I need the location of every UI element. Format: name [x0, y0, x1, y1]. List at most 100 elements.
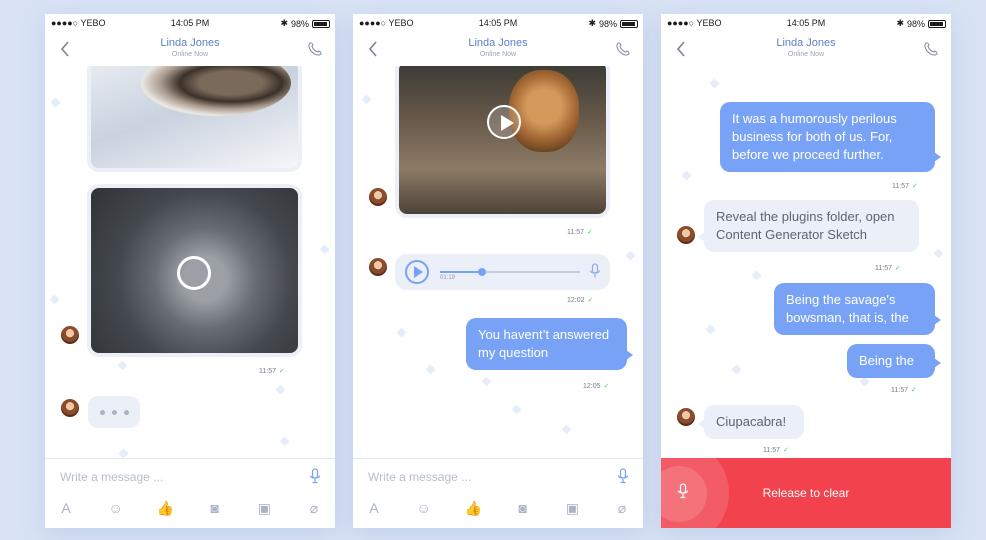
timestamp: 11:57 ✓ — [875, 264, 901, 272]
release-to-clear-bar[interactable]: Release to clear — [661, 458, 951, 528]
bluetooth-icon: ✱ — [896, 18, 904, 28]
timestamp-text: 11:57 — [567, 229, 584, 236]
background-pattern — [561, 424, 572, 435]
emoji-icon[interactable]: ☺ — [415, 499, 433, 517]
video-message[interactable] — [395, 66, 610, 218]
message-composer: Write a message ... A ☺ 👍 ◙ ▣ ⌀ — [45, 458, 335, 528]
voice-message[interactable]: 01:19 — [395, 254, 610, 290]
thumbs-up-icon[interactable]: 👍 — [464, 499, 482, 517]
chat-screen-3: ●●●●○ YEBO 14:05 PM ✱ 98% Linda Jones On… — [661, 14, 951, 528]
microphone-icon[interactable] — [617, 468, 629, 484]
background-pattern — [709, 78, 720, 89]
avatar — [61, 399, 79, 417]
battery-percent: 98% — [598, 18, 617, 29]
background-pattern — [50, 97, 61, 108]
background-pattern — [275, 384, 286, 395]
message-list[interactable]: It was a humorously perilous business fo… — [661, 66, 951, 458]
image-message[interactable] — [87, 66, 302, 172]
contact-presence: Online Now — [787, 51, 825, 58]
typing-indicator — [88, 396, 140, 428]
contact-name[interactable]: Linda Jones — [353, 37, 643, 49]
timestamp: 11:57 ✓ — [567, 228, 593, 236]
emoji-icon[interactable]: ☺ — [107, 499, 125, 517]
attachment-icon[interactable]: ⌀ — [613, 499, 631, 517]
incoming-message[interactable]: Reveal the plugins folder, open Content … — [698, 200, 919, 252]
background-pattern — [118, 448, 129, 458]
read-check-icon: ✓ — [603, 383, 610, 390]
phone-icon[interactable] — [923, 41, 939, 57]
message-list[interactable]: 11:57 ✓ 01:19 12:02 ✓ You havent’t answere… — [353, 66, 643, 458]
background-pattern — [511, 404, 522, 415]
avatar — [61, 326, 79, 344]
composer-toolbar: A ☺ 👍 ◙ ▣ ⌀ — [57, 499, 323, 517]
chat-header: Linda Jones Online Now — [353, 32, 643, 66]
timestamp-text: 11:57 — [891, 387, 908, 394]
audio-progress-fill — [440, 271, 482, 273]
read-check-icon: ✓ — [587, 297, 594, 304]
read-check-icon: ✓ — [912, 183, 918, 190]
audio-progress-track[interactable] — [440, 268, 580, 276]
phone-icon[interactable] — [307, 41, 323, 57]
chat-screen-2: ●●●●○ YEBO 14:05 PM ✱ 98% Linda Jones On… — [353, 14, 643, 528]
phone-icon[interactable] — [615, 41, 631, 57]
camera-icon[interactable]: ◙ — [514, 499, 532, 517]
font-icon[interactable]: A — [365, 499, 383, 517]
timestamp: 12:02 ✓ — [567, 296, 593, 304]
status-bar: ●●●●○ YEBO 14:05 PM ✱ 98% — [45, 14, 335, 32]
background-pattern — [361, 94, 372, 105]
message-input[interactable]: Write a message ... — [60, 470, 163, 484]
play-icon[interactable] — [487, 105, 521, 139]
timestamp-text: 11:57 — [259, 368, 276, 375]
background-pattern — [49, 294, 60, 305]
contact-name[interactable]: Linda Jones — [661, 37, 951, 49]
play-icon[interactable] — [405, 260, 429, 284]
status-bar: ●●●●○ YEBO 14:05 PM ✱ 98% — [661, 14, 951, 32]
video-message[interactable] — [87, 184, 302, 357]
loading-spinner-icon — [177, 256, 211, 290]
camera-icon[interactable]: ◙ — [206, 499, 224, 517]
status-bar: ●●●●○ YEBO 14:05 PM ✱ 98% — [353, 14, 643, 32]
thumbs-up-icon[interactable]: 👍 — [156, 499, 174, 517]
timestamp: 11:57 ✓ — [763, 446, 789, 454]
incoming-message[interactable]: Ciupacabra! — [698, 405, 804, 439]
timestamp: 11:57 ✓ — [891, 386, 917, 394]
timestamp: 11:57 ✓ — [892, 182, 918, 190]
release-label: Release to clear — [762, 486, 850, 500]
background-pattern — [751, 270, 762, 281]
gallery-icon[interactable]: ▣ — [563, 499, 581, 517]
background-pattern — [681, 170, 692, 181]
avatar — [677, 226, 695, 244]
read-check-icon: ✓ — [587, 229, 593, 236]
composer-toolbar: A ☺ 👍 ◙ ▣ ⌀ — [365, 499, 631, 517]
contact-name[interactable]: Linda Jones — [45, 37, 335, 49]
cat-photo — [509, 70, 579, 152]
outgoing-message[interactable]: It was a humorously perilous business fo… — [720, 102, 941, 172]
battery-icon — [620, 19, 638, 28]
font-icon[interactable]: A — [57, 499, 75, 517]
timestamp-text: 12:02 — [567, 297, 585, 304]
outgoing-message[interactable]: Being the savage's bowsman, that is, the — [774, 283, 941, 335]
cat-photo — [141, 66, 291, 116]
typing-dot — [100, 410, 105, 415]
timestamp-text: 11:57 — [875, 265, 892, 272]
chat-header: Linda Jones Online Now — [661, 32, 951, 66]
message-input[interactable]: Write a message ... — [368, 470, 471, 484]
timestamp: 11:57 ✓ — [259, 367, 285, 375]
bluetooth-icon: ✱ — [280, 18, 288, 28]
battery-icon — [312, 19, 330, 28]
microphone-icon — [589, 263, 601, 278]
attachment-icon[interactable]: ⌀ — [305, 499, 323, 517]
outgoing-message[interactable]: Being the — [847, 344, 941, 378]
contact-presence: Online Now — [479, 51, 517, 58]
background-pattern — [117, 360, 128, 371]
timestamp-text: 11:57 — [892, 183, 909, 190]
audio-progress-knob[interactable] — [478, 268, 486, 276]
message-list[interactable]: 11:57 ✓ — [45, 66, 335, 458]
chat-screen-1: ●●●●○ YEBO 14:05 PM ✱ 98% Linda Jones On… — [45, 14, 335, 528]
background-pattern — [859, 376, 870, 387]
gallery-icon[interactable]: ▣ — [255, 499, 273, 517]
background-pattern — [625, 250, 636, 261]
bluetooth-icon: ✱ — [588, 18, 596, 28]
microphone-icon[interactable] — [309, 468, 321, 484]
outgoing-message[interactable]: You havent’t answered my question — [466, 318, 633, 370]
